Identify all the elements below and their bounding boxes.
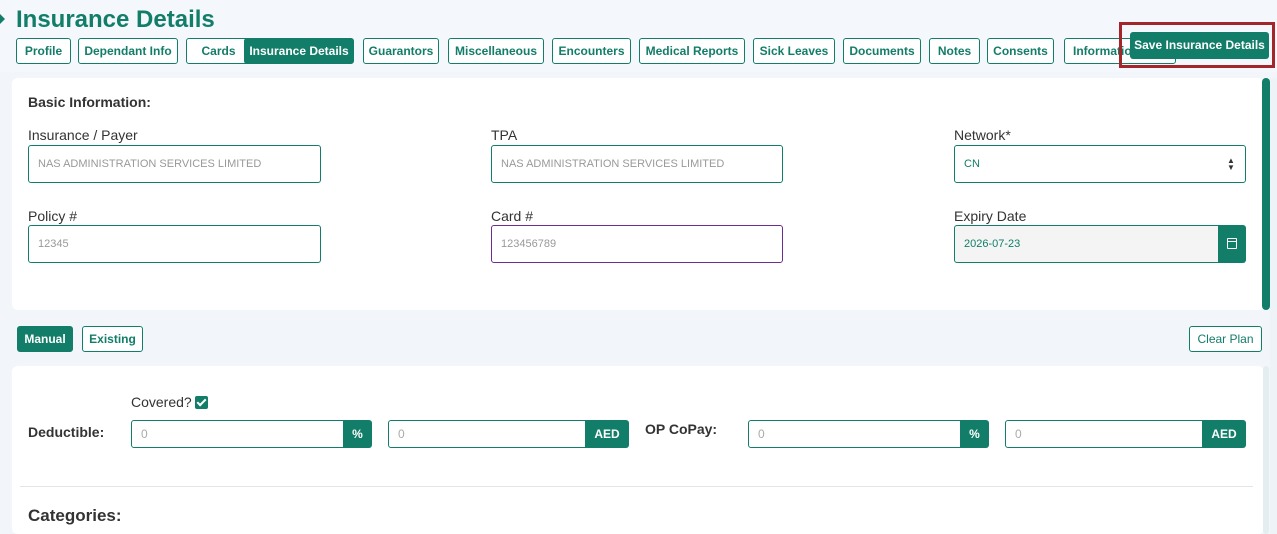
basic-information-card [12, 78, 1264, 310]
tab-documents[interactable]: Documents [843, 38, 921, 64]
scrollbar-thumb[interactable] [1262, 78, 1270, 310]
tab-bar: Profile Dependant Info Cards Insurance D… [16, 38, 1176, 64]
select-arrows-icon: ▲ ▼ [1227, 156, 1235, 172]
covered-checkbox[interactable] [195, 396, 208, 409]
page-header: Insurance Details Profile Dependant Info… [0, 0, 1277, 72]
tab-insurance-details[interactable]: Insurance Details [244, 38, 354, 64]
tab-sick-leaves[interactable]: Sick Leaves [753, 38, 835, 64]
aed-addon: AED [1202, 420, 1246, 448]
network-select[interactable]: CN ▲ ▼ [954, 145, 1246, 183]
existing-plan-button[interactable]: Existing [82, 326, 143, 352]
calendar-icon [1227, 238, 1237, 249]
page-title: Insurance Details [16, 6, 215, 33]
scrollbar-thumb-secondary[interactable] [1263, 366, 1269, 534]
section-divider [20, 486, 1253, 487]
expiry-date-field[interactable]: 2026-07-23 [954, 225, 1220, 263]
network-label: Network* [954, 127, 1011, 143]
percent-addon: % [343, 420, 372, 448]
tpa-label: TPA [491, 127, 518, 143]
deductible-percent-input[interactable]: 0 [131, 420, 344, 448]
tab-medical-reports[interactable]: Medical Reports [639, 38, 745, 64]
deductible-label: Deductible: [28, 424, 105, 440]
policy-label: Policy # [28, 208, 78, 224]
manual-plan-button[interactable]: Manual [17, 326, 73, 352]
deductible-amount-input[interactable]: 0 [388, 420, 586, 448]
opcopay-amount-input[interactable]: 0 [1005, 420, 1203, 448]
tab-notes[interactable]: Notes [929, 38, 980, 64]
policy-field[interactable]: 12345 [28, 225, 321, 263]
calendar-button[interactable] [1218, 225, 1246, 263]
tab-cards[interactable]: Cards [186, 38, 251, 64]
network-selected-value: CN [964, 158, 980, 170]
card-number-label: Card # [491, 208, 534, 224]
coverage-card [12, 366, 1264, 534]
card-number-field[interactable]: 123456789 [491, 225, 783, 263]
basic-information-title: Basic Information: [28, 94, 151, 110]
tpa-field[interactable]: NAS ADMINISTRATION SERVICES LIMITED [491, 145, 783, 183]
covered-label: Covered? [131, 394, 192, 410]
insurance-payer-field[interactable]: NAS ADMINISTRATION SERVICES LIMITED [28, 145, 321, 183]
op-copay-label: OP CoPay: [645, 421, 718, 437]
clear-plan-button[interactable]: Clear Plan [1189, 326, 1262, 352]
insurance-payer-label: Insurance / Payer [28, 127, 138, 143]
expiry-date-label: Expiry Date [954, 208, 1027, 224]
back-arrow-icon[interactable] [0, 14, 5, 24]
save-insurance-details-button[interactable]: Save Insurance Details [1130, 32, 1269, 59]
tab-encounters[interactable]: Encounters [552, 38, 631, 64]
categories-title: Categories: [28, 506, 122, 525]
opcopay-percent-input[interactable]: 0 [748, 420, 961, 448]
tab-consents[interactable]: Consents [987, 38, 1054, 64]
percent-addon: % [960, 420, 989, 448]
scrollbar-track[interactable] [1270, 78, 1277, 534]
tab-profile[interactable]: Profile [16, 38, 71, 64]
aed-addon: AED [585, 420, 629, 448]
tab-guarantors[interactable]: Guarantors [363, 38, 439, 64]
tab-miscellaneous[interactable]: Miscellaneous [448, 38, 544, 64]
tab-dependant-info[interactable]: Dependant Info [78, 38, 178, 64]
